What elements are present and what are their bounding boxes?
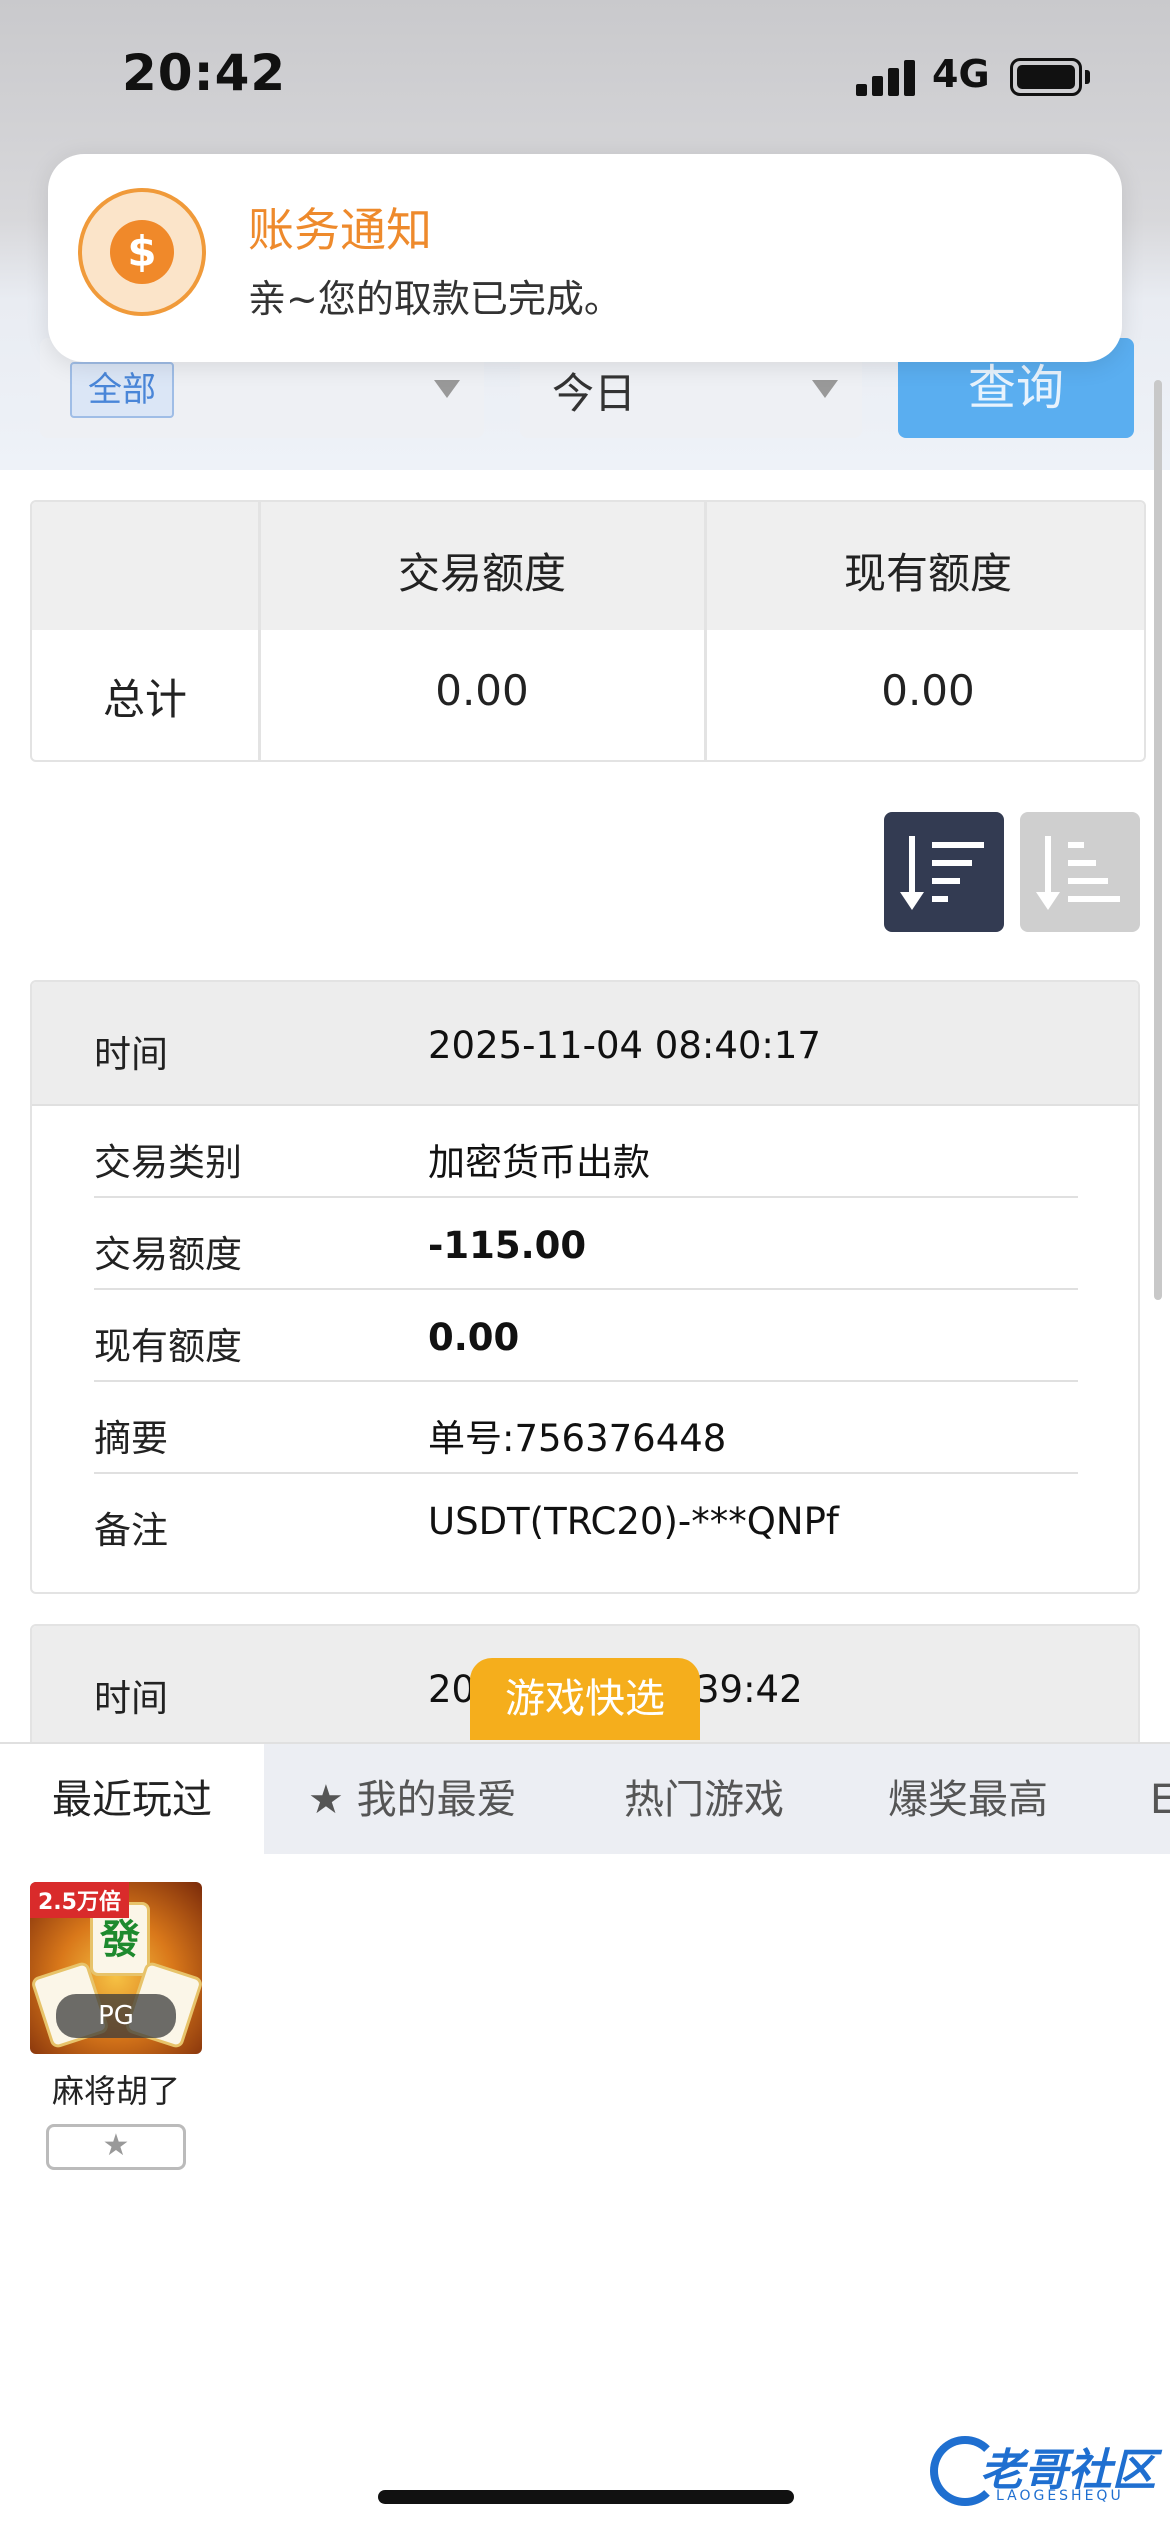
tab-favorites[interactable]: ★ 我的最爱 — [308, 1744, 517, 1856]
summary-row-label: 总计 — [102, 675, 187, 724]
summary-table: 交易额度 现有额度 总计 0.00 0.00 — [30, 500, 1146, 762]
tab-recent[interactable]: 最近玩过 — [0, 1744, 264, 1856]
status-time: 20:42 — [122, 44, 287, 102]
battery-tip — [1085, 70, 1090, 84]
sort-descending-button[interactable] — [884, 812, 1004, 932]
notification-title: 账务通知 — [248, 203, 432, 257]
field-label: 摘要 — [94, 1417, 168, 1460]
sort-ascending-button[interactable] — [1020, 812, 1140, 932]
category-selected-value: 全部 — [70, 362, 174, 418]
time-value-partial: 20 — [428, 1668, 476, 1711]
dollar-coin-icon: $ — [78, 188, 206, 316]
provider-label: PG — [56, 1994, 176, 2038]
transaction-field-row: 交易类别 加密货币出款 — [32, 1106, 1138, 1198]
tab-hot-games[interactable]: 热门游戏 — [624, 1744, 784, 1856]
field-label: 交易类别 — [94, 1141, 242, 1184]
field-label: 交易额度 — [94, 1233, 242, 1276]
sort-ascending-icon — [1036, 836, 1120, 910]
notification-banner[interactable]: $ 账务通知 亲~您的取款已完成。 — [48, 154, 1122, 362]
scrollbar[interactable] — [1154, 380, 1162, 1300]
field-value: -115.00 — [428, 1224, 587, 1267]
date-selected-value: 今日 — [552, 369, 637, 418]
field-value: 单号:756376448 — [428, 1417, 727, 1460]
field-value: 0.00 — [428, 1316, 520, 1359]
home-indicator[interactable] — [378, 2490, 794, 2504]
tab-top-jackpot[interactable]: 爆奖最高 — [888, 1744, 1048, 1856]
transaction-time-row: 时间 2025-11-04 08:40:17 — [32, 982, 1138, 1106]
favorite-star-button[interactable]: ★ — [46, 2124, 186, 2170]
transaction-field-row: 备注 USDT(TRC20)-***QNPf — [32, 1474, 1138, 1566]
time-label: 时间 — [94, 1033, 168, 1076]
watermark-logo: 老哥社区 LAOGESHEQU — [930, 2430, 1158, 2510]
chevron-down-icon — [434, 380, 460, 398]
transaction-field-row: 摘要 单号:756376448 — [32, 1382, 1138, 1474]
game-name[interactable]: 麻将胡了 — [30, 2066, 202, 2112]
status-bar: 20:42 4G — [0, 0, 1170, 150]
signal-icon — [856, 60, 916, 96]
chevron-down-icon — [812, 380, 838, 398]
summary-cell: 0.00 — [435, 666, 529, 715]
time-value-partial: 39:42 — [696, 1668, 803, 1711]
game-multiplier-badge: 2.5万倍 — [30, 1882, 129, 1918]
tab-more[interactable]: E — [1150, 1744, 1170, 1856]
star-icon: ★ — [102, 2128, 130, 2163]
transaction-card: 时间 2025-11-04 08:40:17 交易类别 加密货币出款 交易额度 … — [30, 980, 1140, 1594]
summary-cell: 0.00 — [881, 666, 975, 715]
field-value: 加密货币出款 — [428, 1141, 650, 1184]
time-label: 时间 — [94, 1677, 168, 1720]
field-label: 现有额度 — [94, 1325, 242, 1368]
watermark-subtext: LAOGESHEQU — [996, 2488, 1124, 2504]
time-value: 2025-11-04 08:40:17 — [428, 1024, 821, 1067]
game-quick-pick-tag[interactable]: 游戏快选 — [470, 1658, 700, 1740]
notification-body: 亲~您的取款已完成。 — [248, 277, 622, 321]
network-type: 4G — [932, 52, 990, 96]
field-value: USDT(TRC20)-***QNPf — [428, 1500, 839, 1543]
summary-col-header: 交易额度 — [397, 549, 566, 598]
sort-descending-icon — [900, 836, 984, 910]
field-label: 备注 — [94, 1509, 168, 1552]
transaction-field-row: 交易额度 -115.00 — [32, 1198, 1138, 1290]
summary-col-header: 现有额度 — [843, 549, 1012, 598]
transaction-field-row: 现有额度 0.00 — [32, 1290, 1138, 1382]
game-tabbar: 最近玩过 ★ 我的最爱 热门游戏 爆奖最高 E — [0, 1742, 1170, 1856]
battery-icon — [1010, 58, 1082, 96]
game-thumbnail[interactable]: 發 2.5万倍 PG — [30, 1882, 202, 2054]
